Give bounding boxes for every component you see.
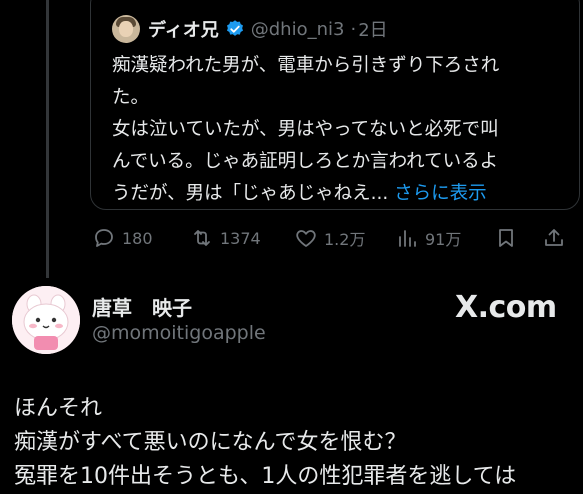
views-chart-icon xyxy=(399,230,416,247)
heart-icon xyxy=(296,230,316,247)
show-more-link[interactable]: さらに表示 xyxy=(394,183,487,204)
chiikawa-avatar-icon xyxy=(12,286,80,354)
quoted-line: 女は泣いていたが、男はやってないと必死で叫 xyxy=(112,119,499,140)
share-button[interactable] xyxy=(542,222,566,254)
reply-button[interactable]: 180 xyxy=(92,222,153,254)
post-line: ほんそれ xyxy=(14,396,103,421)
retweet-icon xyxy=(194,230,210,246)
like-count: 1.2万 xyxy=(324,230,366,249)
quoted-line: 痴漢疑われた男が、電車から引きずり下ろされ xyxy=(112,55,500,76)
reply-icon xyxy=(95,229,113,247)
quoted-tweet-time[interactable]: 2日 xyxy=(358,16,387,42)
dot-separator: · xyxy=(350,18,357,40)
quoted-author-avatar[interactable] xyxy=(112,15,140,43)
verified-badge-icon xyxy=(226,20,243,36)
quoted-line: た。 xyxy=(112,87,150,108)
quoted-author-handle[interactable]: @dhio_ni3 xyxy=(251,19,345,40)
post-author-avatar[interactable] xyxy=(12,286,80,354)
quoted-tweet-text: 痴漢疑われた男が、電車から引きずり下ろされ た。 女は泣いていたが、男はやってな… xyxy=(112,50,562,210)
retweet-count: 1374 xyxy=(220,228,261,248)
bookmark-button[interactable] xyxy=(494,222,518,254)
tweet-action-bar: 180 1374 1.2万 91万 xyxy=(90,222,570,254)
quoted-author-name[interactable]: ディオ兄 xyxy=(148,16,219,42)
x-com-watermark: X.com xyxy=(455,290,557,325)
quoted-tweet-header: ディオ兄 @dhio_ni3 · 2日 xyxy=(112,14,388,44)
post-author-handle[interactable]: @momoitigoapple xyxy=(92,322,266,344)
quoted-line-last: うだが、男は「じゃあじゃねえ... さらに表示 xyxy=(112,178,562,210)
views-count: 91万 xyxy=(425,230,462,249)
views-button[interactable]: 91万 xyxy=(395,222,461,254)
bookmark-icon xyxy=(499,229,513,247)
post-author-name[interactable]: 唐草 映子 xyxy=(92,292,192,321)
post-line: 痴漢がすべて悪いのになんで女を恨む？ xyxy=(14,430,407,455)
share-icon xyxy=(545,229,563,246)
quoted-line: んでいる。じゃあ証明しろとか言われているよ xyxy=(112,151,499,172)
retweet-button[interactable]: 1374 xyxy=(190,222,261,254)
quoted-line: うだが、男は「じゃあじゃねえ... xyxy=(112,183,389,204)
thread-connector-line xyxy=(46,0,49,278)
post-line: 冤罪を10件出そうとも、1人の性犯罪者を逃しては xyxy=(14,464,517,489)
like-button[interactable]: 1.2万 xyxy=(294,222,365,254)
post-text: ほんそれ 痴漢がすべて悪いのになんで女を恨む？ 冤罪を10件出そうとも、1人の性… xyxy=(14,392,574,494)
reply-count: 180 xyxy=(122,228,153,248)
